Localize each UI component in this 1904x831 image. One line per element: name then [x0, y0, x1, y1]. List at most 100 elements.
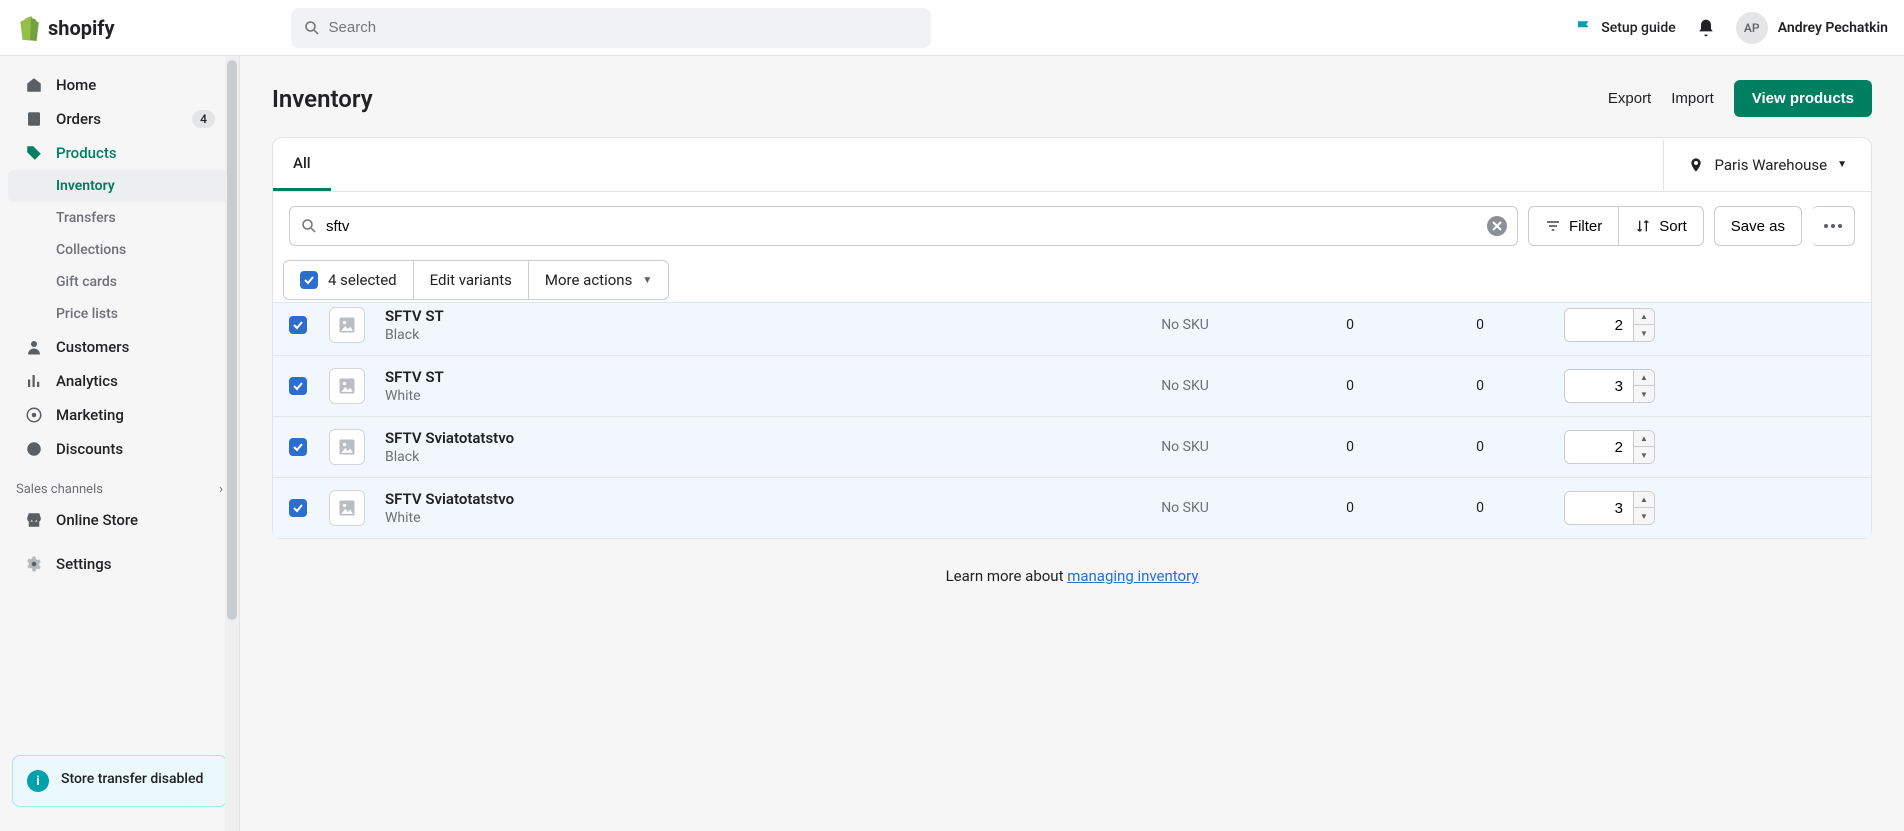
- sidebar-sub-collections[interactable]: Collections: [8, 234, 231, 266]
- user-icon: [24, 338, 44, 356]
- quantity-stepper[interactable]: ▲ ▼: [1564, 430, 1655, 464]
- incoming-cell: 0: [1285, 317, 1415, 333]
- filter-button[interactable]: Filter: [1528, 206, 1619, 246]
- product-title: SFTV ST: [385, 307, 1085, 325]
- product-name-cell[interactable]: SFTV Sviatotatstvo White: [385, 490, 1085, 526]
- location-picker[interactable]: Paris Warehouse ▼: [1663, 140, 1871, 190]
- filter-icon: [1545, 218, 1561, 234]
- user-menu[interactable]: AP Andrey Pechatkin: [1736, 12, 1888, 44]
- managing-inventory-link[interactable]: managing inventory: [1067, 567, 1198, 585]
- row-checkbox[interactable]: [289, 499, 307, 517]
- bulk-action-bar: 4 selected Edit variants More actions ▼: [283, 260, 669, 300]
- product-name-cell[interactable]: SFTV ST Black: [385, 307, 1085, 343]
- sidebar-scrollbar[interactable]: [225, 56, 239, 831]
- gear-icon: [24, 555, 44, 573]
- inventory-search[interactable]: [289, 206, 1518, 246]
- import-button[interactable]: Import: [1671, 90, 1714, 107]
- product-variant: Black: [385, 327, 1085, 343]
- tab-all[interactable]: All: [273, 138, 331, 191]
- info-icon: i: [27, 770, 49, 792]
- table-row[interactable]: SFTV ST White No SKU 0 0 ▲ ▼: [273, 355, 1871, 416]
- product-thumbnail[interactable]: [329, 368, 365, 404]
- shopify-logo[interactable]: shopify: [16, 15, 115, 41]
- quantity-stepper[interactable]: ▲ ▼: [1564, 491, 1655, 525]
- quantity-increment[interactable]: ▲: [1634, 370, 1654, 386]
- selected-count: 4 selected: [328, 271, 397, 289]
- quantity-decrement[interactable]: ▼: [1634, 386, 1654, 402]
- save-as-button[interactable]: Save as: [1714, 206, 1802, 246]
- flag-icon: [1575, 19, 1593, 37]
- search-icon: [303, 19, 321, 37]
- quantity-stepper[interactable]: ▲ ▼: [1564, 308, 1655, 342]
- sidebar-item-home[interactable]: Home: [8, 68, 231, 102]
- sidebar-sub-transfers[interactable]: Transfers: [8, 202, 231, 234]
- orders-badge: 4: [192, 110, 215, 128]
- product-variant: White: [385, 388, 1085, 404]
- sidebar-item-customers[interactable]: Customers: [8, 330, 231, 364]
- product-variant: White: [385, 510, 1085, 526]
- edit-variants-button[interactable]: Edit variants: [413, 261, 528, 299]
- product-name-cell[interactable]: SFTV ST White: [385, 368, 1085, 404]
- select-all-toggle[interactable]: 4 selected: [284, 261, 413, 299]
- table-row[interactable]: SFTV Sviatotatstvo Black No SKU 0 0 ▲ ▼: [273, 416, 1871, 477]
- quantity-increment[interactable]: ▲: [1634, 431, 1654, 447]
- product-name-cell[interactable]: SFTV Sviatotatstvo Black: [385, 429, 1085, 465]
- discount-icon: [24, 440, 44, 458]
- sidebar-item-marketing[interactable]: Marketing: [8, 398, 231, 432]
- sidebar-item-settings[interactable]: Settings: [8, 547, 231, 581]
- quantity-increment[interactable]: ▲: [1634, 492, 1654, 508]
- check-icon: [303, 274, 315, 286]
- row-checkbox[interactable]: [289, 316, 307, 334]
- quantity-input[interactable]: [1565, 431, 1633, 463]
- image-icon: [337, 376, 357, 396]
- sidebar-item-analytics[interactable]: Analytics: [8, 364, 231, 398]
- global-search-input[interactable]: [329, 19, 919, 36]
- view-products-button[interactable]: View products: [1734, 80, 1872, 117]
- sku-cell: No SKU: [1085, 500, 1285, 516]
- sidebar-sub-inventory[interactable]: Inventory: [8, 170, 231, 202]
- quantity-increment[interactable]: ▲: [1634, 309, 1654, 325]
- global-search[interactable]: [291, 8, 931, 48]
- row-checkbox[interactable]: [289, 377, 307, 395]
- quantity-decrement[interactable]: ▼: [1634, 447, 1654, 463]
- more-menu-button[interactable]: [1812, 206, 1855, 246]
- sidebar-item-online-store[interactable]: Online Store: [8, 503, 231, 537]
- sidebar-sub-gift-cards[interactable]: Gift cards: [8, 266, 231, 298]
- bell-icon[interactable]: [1696, 18, 1716, 38]
- sidebar-item-label: Marketing: [56, 406, 124, 424]
- table-row[interactable]: SFTV ST Black No SKU 0 0 ▲ ▼: [273, 302, 1871, 355]
- sidebar-alert[interactable]: i Store transfer disabled: [12, 755, 227, 807]
- image-icon: [337, 437, 357, 457]
- export-button[interactable]: Export: [1608, 90, 1651, 107]
- quantity-input[interactable]: [1565, 309, 1633, 341]
- quantity-decrement[interactable]: ▼: [1634, 508, 1654, 524]
- quantity-input[interactable]: [1565, 370, 1633, 402]
- location-label: Paris Warehouse: [1714, 156, 1827, 174]
- tag-icon: [24, 144, 44, 162]
- quantity-input[interactable]: [1565, 492, 1633, 524]
- inventory-table: SFTV ST Black No SKU 0 0 ▲ ▼ SFTV ST: [273, 302, 1871, 538]
- table-row[interactable]: SFTV Sviatotatstvo White No SKU 0 0 ▲ ▼: [273, 477, 1871, 538]
- row-checkbox[interactable]: [289, 438, 307, 456]
- inventory-search-input[interactable]: [326, 218, 1479, 235]
- inventory-card: All Paris Warehouse ▼: [272, 137, 1872, 539]
- sort-button[interactable]: Sort: [1619, 206, 1704, 246]
- sidebar-item-discounts[interactable]: Discounts: [8, 432, 231, 466]
- sidebar: Home Orders 4 Products Inventory Transfe…: [0, 56, 240, 831]
- product-thumbnail[interactable]: [329, 307, 365, 343]
- product-variant: Black: [385, 449, 1085, 465]
- quantity-stepper[interactable]: ▲ ▼: [1564, 369, 1655, 403]
- select-all-checkbox[interactable]: [300, 271, 318, 289]
- setup-guide-link[interactable]: Setup guide: [1575, 19, 1675, 37]
- sidebar-item-orders[interactable]: Orders 4: [8, 102, 231, 136]
- product-thumbnail[interactable]: [329, 490, 365, 526]
- sidebar-item-label: Orders: [56, 110, 101, 128]
- product-thumbnail[interactable]: [329, 429, 365, 465]
- sidebar-item-products[interactable]: Products: [8, 136, 231, 170]
- quantity-decrement[interactable]: ▼: [1634, 325, 1654, 341]
- sidebar-sub-price-lists[interactable]: Price lists: [8, 298, 231, 330]
- sales-channels-header[interactable]: Sales channels ›: [0, 466, 239, 503]
- more-actions-button[interactable]: More actions ▼: [528, 261, 668, 299]
- location-icon: [1688, 157, 1704, 173]
- clear-search-button[interactable]: [1487, 216, 1507, 236]
